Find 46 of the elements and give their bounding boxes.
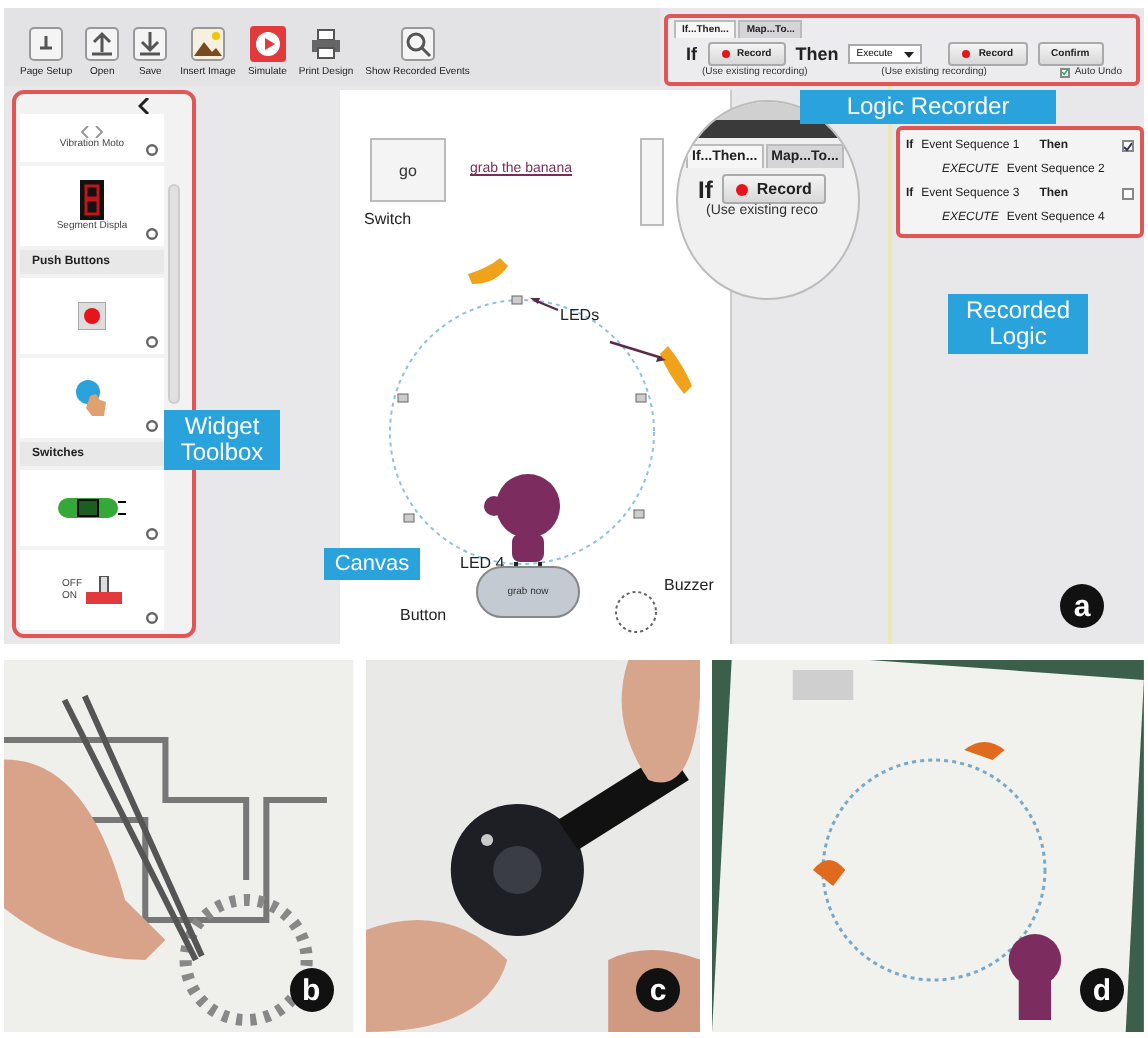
caret-icon bbox=[904, 51, 915, 57]
search-icon bbox=[399, 26, 436, 62]
push-button-icon bbox=[78, 302, 106, 330]
auto-undo-checkbox[interactable] bbox=[1060, 67, 1071, 77]
buzzer-outline-icon bbox=[614, 590, 658, 634]
callout-label: Recorded Logic bbox=[948, 294, 1088, 355]
gear-icon[interactable] bbox=[146, 336, 158, 348]
widget-tile[interactable] bbox=[20, 470, 164, 546]
touch-button-icon bbox=[72, 376, 112, 420]
download-icon bbox=[132, 26, 169, 62]
printer-icon bbox=[308, 26, 344, 62]
led-label: LED 4 bbox=[460, 554, 505, 572]
gear-icon[interactable] bbox=[146, 528, 158, 540]
leds-label: LEDs bbox=[560, 306, 600, 324]
widget-label: Switch bbox=[364, 210, 412, 228]
play-icon[interactable] bbox=[249, 26, 286, 62]
arrow-drawing bbox=[530, 298, 666, 362]
callout-label: Logic Recorder bbox=[800, 90, 1056, 125]
gear-icon[interactable] bbox=[146, 612, 158, 624]
gear-icon[interactable] bbox=[146, 420, 158, 432]
auto-undo-checkbox[interactable] bbox=[1122, 188, 1134, 200]
collapse-icon[interactable] bbox=[137, 98, 149, 114]
if-label: If bbox=[698, 175, 713, 203]
arrows-icon bbox=[80, 126, 104, 138]
switch-widget[interactable]: go bbox=[370, 138, 446, 202]
page-setup-icon bbox=[28, 26, 65, 62]
slider-widget[interactable] bbox=[640, 138, 664, 226]
record-button[interactable]: Record bbox=[722, 174, 826, 204]
auto-undo-checkbox[interactable] bbox=[1122, 140, 1134, 152]
if-label: If bbox=[686, 44, 697, 64]
image-icon bbox=[190, 26, 227, 62]
segment-display-icon bbox=[80, 180, 104, 220]
upload-icon bbox=[84, 26, 121, 62]
widget-label: Buzzer bbox=[664, 576, 714, 594]
widget-label: Button bbox=[400, 606, 447, 624]
gear-icon[interactable] bbox=[146, 144, 158, 156]
slide-switch-icon bbox=[58, 494, 126, 522]
widget-tile[interactable] bbox=[20, 278, 164, 354]
widget-tile[interactable] bbox=[20, 358, 164, 438]
callout-label: Canvas bbox=[324, 548, 420, 581]
gear-icon[interactable] bbox=[146, 228, 158, 240]
scrollbar[interactable] bbox=[168, 184, 180, 404]
toggle-switch-icon bbox=[86, 576, 122, 604]
callout-label: Widget Toolbox bbox=[164, 410, 280, 471]
then-label: Then bbox=[795, 44, 839, 64]
panel-badge: a bbox=[1060, 584, 1104, 628]
